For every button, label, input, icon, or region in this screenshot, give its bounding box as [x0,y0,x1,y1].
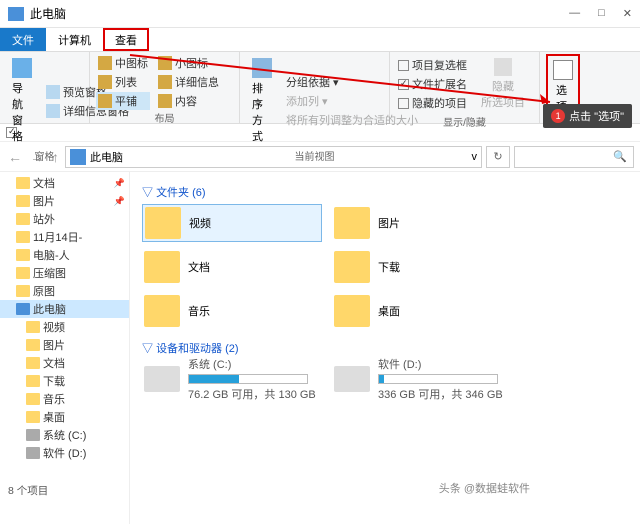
close-button[interactable]: ✕ [623,7,632,20]
layout-details[interactable]: 详细信息 [156,73,221,91]
drive-item[interactable]: 系统 (C:)76.2 GB 可用，共 130 GB [142,360,322,398]
folder-item[interactable]: 文档 [142,248,322,286]
folder-item[interactable]: 视频 [142,204,322,242]
folder-icon [16,231,30,243]
folder-icon [26,375,40,387]
folder-thumb [334,207,370,239]
folder-icon [16,303,30,315]
folder-icon [16,285,30,297]
details-icon [46,104,60,118]
tree-item[interactable]: 视频 [0,318,129,336]
folder-item[interactable]: 桌面 [332,292,512,330]
tree-item[interactable]: 文档 [0,354,129,372]
layout-medium[interactable]: 中图标 [96,54,150,72]
tree-item[interactable]: 11月14日- [0,228,129,246]
nav-pane-icon [12,58,32,78]
file-ext-toggle[interactable]: 文件扩展名 [396,75,469,93]
addr-dropdown[interactable]: v [472,151,478,163]
folder-icon [26,339,40,351]
item-checkboxes-toggle[interactable]: 项目复选框 [396,56,469,74]
options-icon [553,60,573,80]
pin-icon: 📌 [114,178,125,189]
folder-item[interactable]: 下载 [332,248,512,286]
hide-icon [494,58,512,76]
drive-icon [334,366,370,392]
folder-icon [26,447,40,459]
folder-icon [26,321,40,333]
folder-icon [16,267,30,279]
tree-item[interactable]: 软件 (D:) [0,444,129,462]
tab-view[interactable]: 查看 [103,28,149,51]
pc-icon [8,7,24,21]
tab-file[interactable]: 文件 [0,28,46,51]
tree-item[interactable]: 桌面 [0,408,129,426]
nav-tree[interactable]: 文档📌图片📌站外11月14日-电脑-人压缩图原图此电脑视频图片文档下载音乐桌面系… [0,172,130,524]
folder-thumb [145,207,181,239]
show-hide-label: 显示/隐藏 [396,114,533,129]
layout-content[interactable]: 内容 [156,92,221,110]
layout-group-label: 布局 [96,110,233,125]
tree-item[interactable]: 站外 [0,210,129,228]
folder-icon [16,195,30,207]
folder-icon [26,393,40,405]
folder-icon [16,249,30,261]
tree-item[interactable]: 音乐 [0,390,129,408]
folder-icon [16,213,30,225]
hide-selected-button[interactable]: 隐藏 所选项目 [475,54,531,114]
tree-item[interactable]: 系统 (C:) [0,426,129,444]
tree-item[interactable]: 压缩图 [0,264,129,282]
folder-thumb [144,295,180,327]
folder-icon [26,429,40,441]
hidden-items-toggle[interactable]: 隐藏的项目 [396,94,469,112]
folder-icon [26,357,40,369]
folder-thumb [334,251,370,283]
pane-group-label: 窗格 [6,148,83,163]
preview-icon [46,85,60,99]
drive-item[interactable]: 软件 (D:)336 GB 可用，共 346 GB [332,360,512,398]
view-group-label: 当前视图 [246,148,383,163]
folder-icon [26,411,40,423]
search-box[interactable]: 🔍 [514,146,634,168]
drives-header[interactable]: ▽ 设备和驱动器 (2) [142,340,628,356]
folder-thumb [144,251,180,283]
status-bar: 8 个项目 [0,481,56,500]
tab-computer[interactable]: 计算机 [46,28,103,51]
tree-item[interactable]: 原图 [0,282,129,300]
folders-header[interactable]: ▽ 文件夹 (6) [142,184,628,200]
search-icon: 🔍 [613,150,627,163]
folder-item[interactable]: 图片 [332,204,512,242]
tree-item[interactable]: 文档📌 [0,174,129,192]
refresh-button[interactable]: ↻ [486,146,510,168]
watermark: 头条 @数据蛙软件 [439,480,530,496]
drive-icon [144,366,180,392]
usage-bar [378,374,498,384]
folder-icon [16,177,30,189]
minimize-button[interactable]: — [569,7,580,20]
tree-item[interactable]: 图片📌 [0,192,129,210]
layout-small[interactable]: 小图标 [156,54,221,72]
tree-item[interactable]: 下载 [0,372,129,390]
usage-bar [188,374,308,384]
sort-icon [252,58,272,78]
maximize-button[interactable]: □ [598,7,605,20]
tree-item[interactable]: 图片 [0,336,129,354]
tree-item[interactable]: 此电脑 [0,300,129,318]
tree-item[interactable]: 电脑-人 [0,246,129,264]
folder-thumb [334,295,370,327]
annotation-callout: 1 点击 "选项" [543,104,632,128]
folder-item[interactable]: 音乐 [142,292,322,330]
annotation-number: 1 [551,109,565,123]
pin-icon: 📌 [114,196,125,207]
layout-tiles[interactable]: 平铺 [96,92,150,110]
layout-list[interactable]: 列表 [96,73,150,91]
window-title: 此电脑 [30,5,569,22]
sort-button[interactable]: 排序方式 [246,54,278,148]
